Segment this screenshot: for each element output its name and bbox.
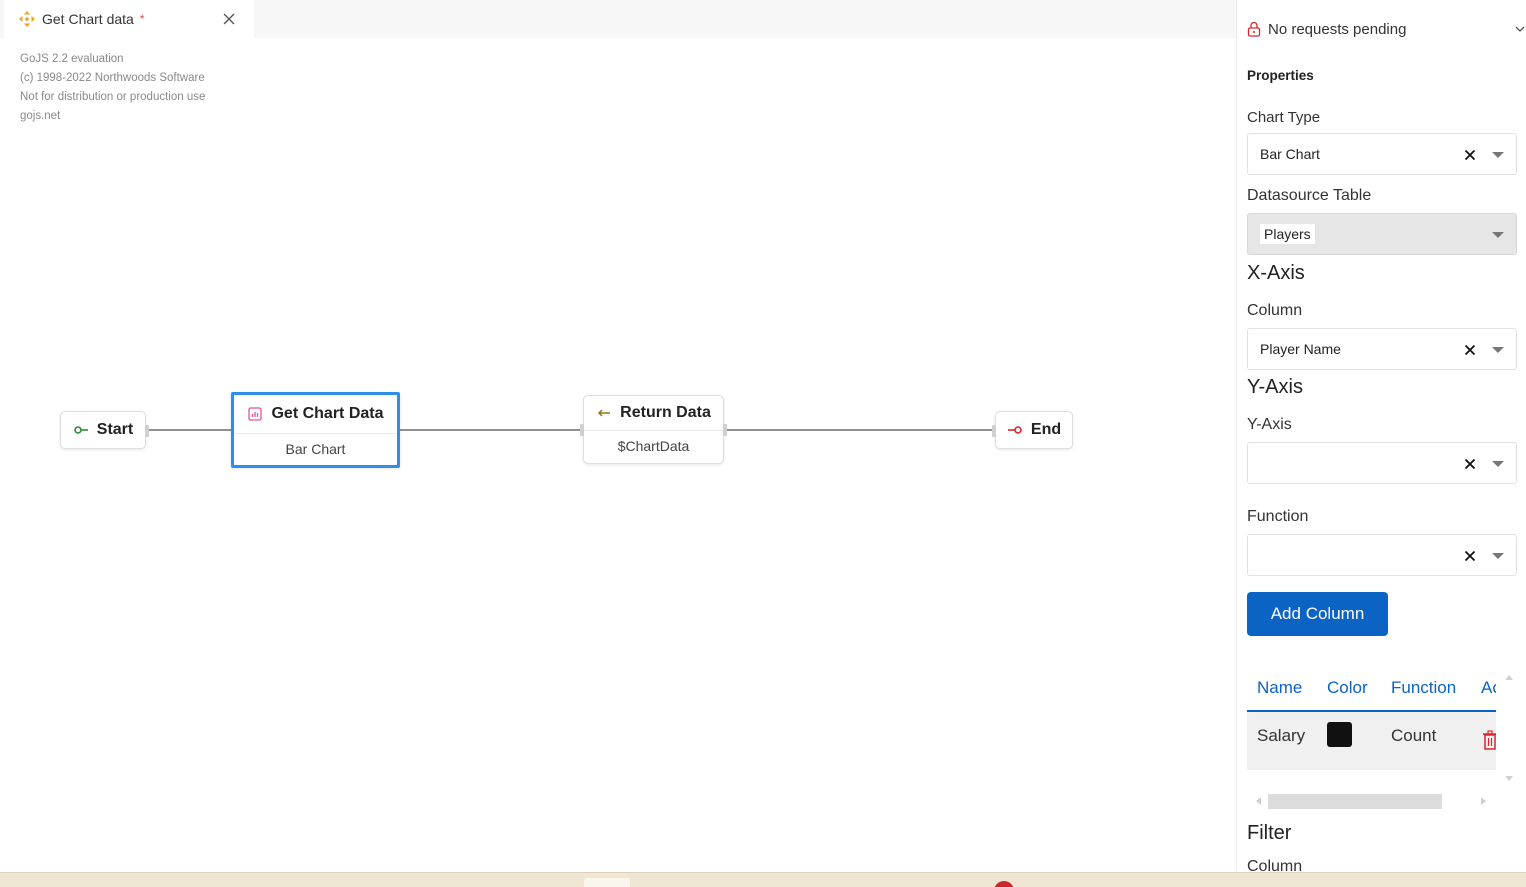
clear-icon[interactable]	[1464, 550, 1476, 562]
taskbar-app[interactable]	[584, 878, 630, 887]
properties-title: Properties	[1247, 68, 1314, 83]
columns-table: Name Color Function Ac Salary Count	[1247, 668, 1496, 772]
node-get-chart-data[interactable]: Get Chart Data Bar Chart	[231, 392, 400, 468]
node-return-data[interactable]: Return Data $ChartData	[580, 395, 727, 464]
properties-panel: No requests pending Properties Chart Typ…	[1236, 0, 1526, 887]
clear-icon[interactable]	[1464, 344, 1476, 356]
chart-type-label: Chart Type	[1247, 109, 1321, 126]
column-header-function[interactable]: Function	[1391, 678, 1456, 698]
chart-type-select[interactable]: Bar Chart	[1247, 133, 1517, 175]
caret-down-icon[interactable]	[1492, 460, 1504, 468]
lock-icon	[1247, 21, 1261, 37]
add-column-button[interactable]: Add Column	[1247, 592, 1388, 636]
scroll-left-icon[interactable]	[1255, 797, 1261, 805]
scrollbar-thumb[interactable]	[1268, 794, 1442, 809]
tab-get-chart-data[interactable]: Get Chart data *	[4, 0, 254, 38]
y-axis-heading: Y-Axis	[1247, 376, 1303, 398]
trash-icon[interactable]	[1483, 730, 1496, 750]
caret-down-icon[interactable]	[1492, 346, 1504, 354]
diagram-canvas[interactable]: GoJS 2.2 evaluation (c) 1998-2022 Northw…	[2, 38, 1236, 872]
datasource-select[interactable]: Players	[1247, 213, 1517, 255]
chart-icon	[248, 407, 263, 421]
function-label: Function	[1247, 508, 1309, 525]
move-arrows-icon	[19, 11, 35, 27]
row-color-swatch[interactable]	[1327, 722, 1352, 747]
node-subtitle: $ChartData	[584, 430, 723, 463]
chevron-down-icon[interactable]	[1515, 24, 1525, 34]
node-subtitle: Bar Chart	[234, 433, 397, 465]
output-port[interactable]	[723, 424, 727, 436]
y-axis-select[interactable]	[1247, 442, 1517, 484]
node-label: Get Chart Data	[271, 405, 384, 422]
return-arrow-icon	[598, 409, 611, 417]
node-label: Return Data	[620, 404, 711, 421]
x-axis-heading: X-Axis	[1247, 262, 1305, 284]
taskbar-notification-icon[interactable]	[994, 881, 1014, 887]
row-function: Count	[1391, 726, 1437, 745]
table-row[interactable]: Salary Count	[1247, 712, 1496, 770]
status-text: No requests pending	[1268, 20, 1407, 38]
column-header-name[interactable]: Name	[1257, 678, 1302, 698]
end-connector-icon	[1007, 426, 1022, 434]
caret-down-icon[interactable]	[1492, 231, 1504, 239]
scroll-up-icon[interactable]	[1505, 674, 1513, 680]
tab-bar: Get Chart data *	[0, 0, 1236, 38]
app-window: Get Chart data * GoJS 2.2 evaluation (c)…	[0, 0, 1526, 887]
y-axis-label: Y-Axis	[1247, 416, 1292, 433]
close-icon[interactable]	[220, 10, 238, 28]
caret-down-icon[interactable]	[1492, 151, 1504, 159]
row-name: Salary	[1257, 726, 1306, 745]
function-select[interactable]	[1247, 534, 1517, 576]
request-status[interactable]: No requests pending	[1247, 18, 1525, 40]
unsaved-indicator: *	[139, 12, 145, 26]
node-end[interactable]: End	[992, 411, 1073, 449]
x-column-label: Column	[1247, 302, 1303, 319]
tab-title: Get Chart data	[42, 11, 134, 27]
os-taskbar	[0, 872, 1526, 887]
chart-type-value: Bar Chart	[1260, 146, 1320, 162]
column-header-color[interactable]: Color	[1327, 678, 1368, 698]
datasource-label: Datasource Table	[1247, 187, 1372, 204]
output-port[interactable]	[145, 425, 149, 437]
scroll-right-icon[interactable]	[1481, 797, 1487, 805]
caret-down-icon[interactable]	[1492, 552, 1504, 560]
node-start[interactable]: Start	[60, 411, 149, 449]
clear-icon[interactable]	[1464, 149, 1476, 161]
input-port[interactable]	[580, 424, 584, 436]
column-header-actions[interactable]: Ac	[1481, 678, 1496, 698]
filter-heading: Filter	[1247, 822, 1292, 844]
clear-icon[interactable]	[1464, 458, 1476, 470]
start-connector-icon	[73, 426, 88, 434]
node-label: End	[1030, 421, 1062, 438]
datasource-value: Players	[1260, 224, 1315, 244]
input-port[interactable]	[992, 425, 996, 437]
node-label: Start	[96, 421, 134, 438]
table-horizontal-scrollbar[interactable]	[1247, 793, 1487, 809]
scroll-down-icon[interactable]	[1505, 776, 1513, 782]
x-column-select[interactable]: Player Name	[1247, 328, 1517, 370]
x-column-value: Player Name	[1260, 341, 1341, 357]
